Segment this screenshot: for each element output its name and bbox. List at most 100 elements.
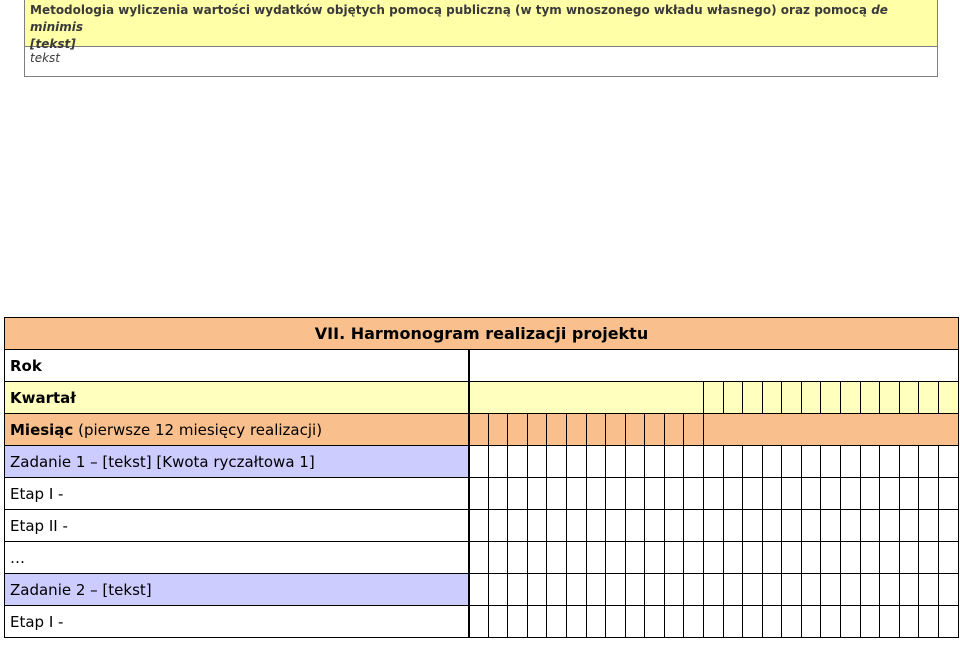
quarter-cell[interactable] — [742, 381, 763, 414]
schedule-cell[interactable] — [526, 541, 548, 574]
month-cell[interactable] — [507, 413, 528, 446]
schedule-cell[interactable] — [467, 605, 489, 638]
month-cell[interactable] — [546, 413, 567, 446]
schedule-cell[interactable] — [605, 445, 626, 478]
schedule-cell[interactable] — [722, 573, 744, 606]
quarter-cell[interactable] — [820, 381, 842, 414]
schedule-cell[interactable] — [663, 605, 685, 638]
month-cell[interactable] — [644, 413, 665, 446]
schedule-cell[interactable] — [781, 445, 802, 478]
quarter-cell[interactable] — [722, 381, 744, 414]
schedule-cell[interactable] — [800, 509, 822, 542]
schedule-cell[interactable] — [487, 445, 509, 478]
quarter-cell[interactable] — [840, 381, 861, 414]
schedule-cell[interactable] — [918, 509, 939, 542]
schedule-cell[interactable] — [761, 509, 783, 542]
schedule-cell[interactable] — [644, 509, 665, 542]
schedule-cell[interactable] — [683, 541, 704, 574]
month-cell[interactable] — [487, 413, 509, 446]
schedule-cell[interactable] — [507, 445, 528, 478]
schedule-cell[interactable] — [918, 477, 939, 510]
schedule-cell[interactable] — [937, 509, 960, 542]
schedule-cell[interactable] — [800, 573, 822, 606]
schedule-cell[interactable] — [605, 509, 626, 542]
schedule-cell[interactable] — [820, 605, 842, 638]
month-cell-rest[interactable] — [702, 413, 960, 446]
schedule-cell[interactable] — [800, 477, 822, 510]
schedule-cell[interactable] — [565, 509, 587, 542]
schedule-cell[interactable] — [526, 445, 548, 478]
quarter-cell[interactable] — [467, 381, 704, 414]
schedule-cell[interactable] — [467, 509, 489, 542]
schedule-cell[interactable] — [702, 477, 724, 510]
month-cell[interactable] — [585, 413, 607, 446]
month-cell[interactable] — [605, 413, 626, 446]
schedule-cell[interactable] — [898, 477, 920, 510]
schedule-cell[interactable] — [761, 605, 783, 638]
month-cell[interactable] — [624, 413, 646, 446]
schedule-cell[interactable] — [781, 573, 802, 606]
schedule-cell[interactable] — [859, 445, 881, 478]
schedule-cell[interactable] — [840, 605, 861, 638]
schedule-cell[interactable] — [702, 541, 724, 574]
schedule-cell[interactable] — [683, 573, 704, 606]
schedule-cell[interactable] — [526, 509, 548, 542]
schedule-cell[interactable] — [565, 541, 587, 574]
schedule-cell[interactable] — [507, 573, 528, 606]
schedule-cell[interactable] — [605, 573, 626, 606]
schedule-cell[interactable] — [507, 605, 528, 638]
schedule-cell[interactable] — [879, 573, 900, 606]
month-cell[interactable] — [663, 413, 685, 446]
schedule-cell[interactable] — [526, 477, 548, 510]
schedule-cell[interactable] — [644, 445, 665, 478]
month-cell[interactable] — [526, 413, 548, 446]
month-cell[interactable] — [683, 413, 704, 446]
schedule-cell[interactable] — [546, 445, 567, 478]
schedule-cell[interactable] — [879, 541, 900, 574]
schedule-cell[interactable] — [624, 573, 646, 606]
schedule-cell[interactable] — [742, 445, 763, 478]
schedule-cell[interactable] — [663, 573, 685, 606]
schedule-cell[interactable] — [879, 605, 900, 638]
schedule-cell[interactable] — [467, 445, 489, 478]
schedule-cell[interactable] — [722, 541, 744, 574]
schedule-cell[interactable] — [840, 509, 861, 542]
schedule-cell[interactable] — [624, 541, 646, 574]
schedule-cell[interactable] — [937, 445, 960, 478]
schedule-cell[interactable] — [683, 605, 704, 638]
schedule-cell[interactable] — [546, 573, 567, 606]
schedule-cell[interactable] — [624, 445, 646, 478]
schedule-cell[interactable] — [585, 477, 607, 510]
schedule-cell[interactable] — [467, 573, 489, 606]
schedule-cell[interactable] — [722, 445, 744, 478]
schedule-cell[interactable] — [898, 573, 920, 606]
schedule-cell[interactable] — [585, 509, 607, 542]
schedule-cell[interactable] — [546, 605, 567, 638]
schedule-cell[interactable] — [898, 445, 920, 478]
schedule-cell[interactable] — [624, 477, 646, 510]
schedule-cell[interactable] — [742, 605, 763, 638]
quarter-cell[interactable] — [800, 381, 822, 414]
quarter-cell[interactable] — [898, 381, 920, 414]
schedule-cell[interactable] — [859, 541, 881, 574]
quarter-cell[interactable] — [761, 381, 783, 414]
schedule-cell[interactable] — [467, 541, 489, 574]
schedule-cell[interactable] — [918, 573, 939, 606]
schedule-cell[interactable] — [781, 541, 802, 574]
quarter-cell[interactable] — [918, 381, 939, 414]
schedule-cell[interactable] — [800, 541, 822, 574]
schedule-cell[interactable] — [683, 509, 704, 542]
schedule-cell[interactable] — [605, 541, 626, 574]
schedule-cell[interactable] — [683, 445, 704, 478]
schedule-cell[interactable] — [565, 477, 587, 510]
year-cell[interactable] — [467, 349, 959, 382]
schedule-cell[interactable] — [840, 573, 861, 606]
schedule-cell[interactable] — [800, 445, 822, 478]
schedule-cell[interactable] — [781, 509, 802, 542]
schedule-cell[interactable] — [742, 573, 763, 606]
schedule-cell[interactable] — [487, 605, 509, 638]
schedule-cell[interactable] — [820, 445, 842, 478]
schedule-cell[interactable] — [820, 573, 842, 606]
quarter-cell[interactable] — [937, 381, 960, 414]
schedule-cell[interactable] — [546, 477, 567, 510]
